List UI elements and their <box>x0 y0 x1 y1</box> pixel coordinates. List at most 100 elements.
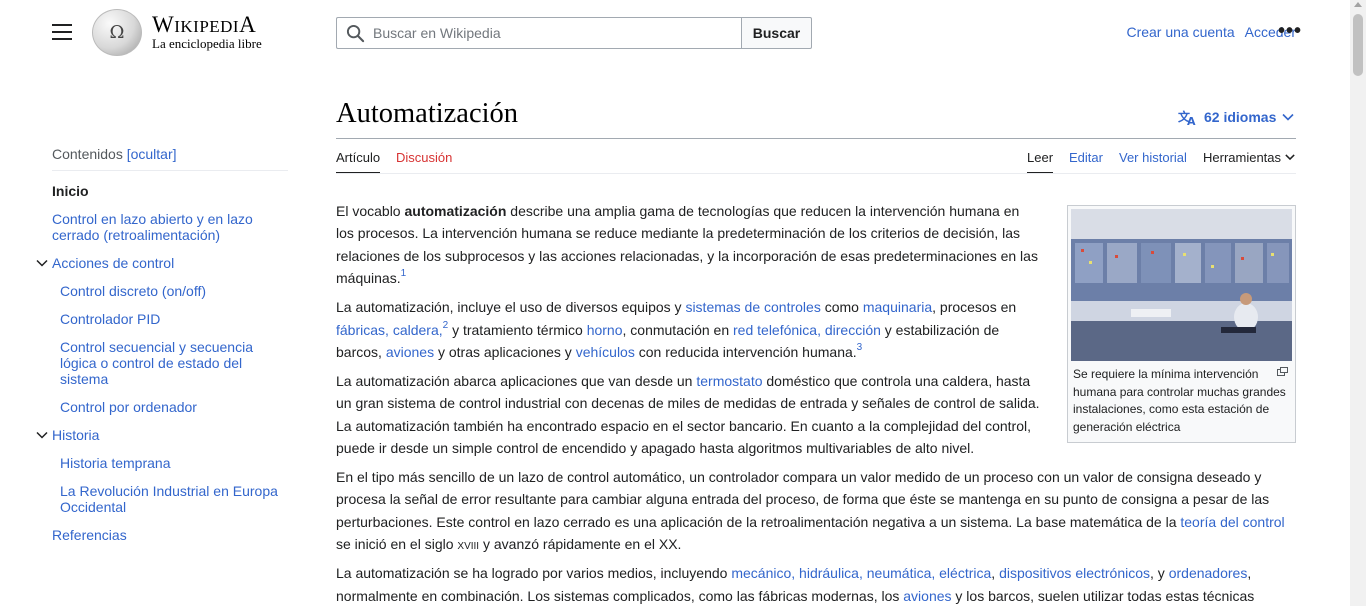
chevron-down-icon <box>1282 113 1294 121</box>
tab-history[interactable]: Ver historial <box>1119 150 1187 174</box>
control-room-illustration <box>1071 209 1292 361</box>
wikipedia-wordmark[interactable]: WIKIPEDIA La enciclopedia libre <box>152 12 262 52</box>
page-scrollbar[interactable] <box>1350 0 1366 606</box>
toc-item-controlador-pid[interactable]: Controlador PID <box>52 311 288 327</box>
text: y otras aplicaciones y <box>434 343 576 360</box>
text: se inició en el siglo <box>336 536 458 553</box>
chevron-down-icon[interactable] <box>36 257 48 269</box>
user-links: Crear una cuenta Acceder <box>1126 24 1296 40</box>
language-count: 62 idiomas <box>1204 109 1277 125</box>
wordmark-tagline: La enciclopedia libre <box>152 36 262 51</box>
text: , <box>991 565 1000 582</box>
ref-link[interactable]: 3 <box>857 342 863 353</box>
toc-item-control-secuencial[interactable]: Control secuencial y secuencia lógica o … <box>52 339 288 387</box>
link[interactable]: dispositivos electrónicos <box>999 565 1150 581</box>
link[interactable]: red telefónica <box>733 322 817 338</box>
tab-edit[interactable]: Editar <box>1069 150 1103 174</box>
caption-text: Se requiere la mínima intervención human… <box>1073 367 1286 434</box>
text: y avanzó rápidamente en el XX. <box>479 536 682 553</box>
bold-term: automatización <box>404 203 507 219</box>
svg-text:A: A <box>1187 115 1196 126</box>
text: , <box>385 321 393 338</box>
toc-item-control-por-ordenador[interactable]: Control por ordenador <box>52 399 288 415</box>
tab-article[interactable]: Artículo <box>336 150 381 174</box>
scroll-up-arrow-icon[interactable] <box>1354 2 1362 7</box>
toc-hide-toggle[interactable]: [ocultar] <box>127 146 177 162</box>
ref-link[interactable]: 1 <box>401 268 407 279</box>
text: , <box>791 565 800 582</box>
paragraph-4: En el tipo más sencillo de un lazo de co… <box>336 466 1296 556</box>
toc-item-control-discreto[interactable]: Control discreto (on/off) <box>52 283 288 299</box>
text: y tratamiento térmico <box>448 321 587 338</box>
text: , conmutación en <box>622 321 734 338</box>
toc-item-inicio[interactable]: Inicio <box>52 183 288 199</box>
chevron-down-icon <box>1284 154 1295 161</box>
tools-menu[interactable]: Herramientas <box>1203 150 1295 174</box>
article-body: Se requiere la mínima intervención human… <box>336 200 1296 606</box>
link[interactable]: maquinaria <box>863 299 932 315</box>
text: como <box>820 299 863 316</box>
text: , y <box>1150 565 1169 582</box>
more-options-icon[interactable]: ••• <box>1278 21 1302 41</box>
text: La automatización, incluye el uso de div… <box>336 299 686 316</box>
search-input[interactable] <box>373 18 733 48</box>
toc-item-referencias[interactable]: Referencias <box>52 527 288 543</box>
text: El vocablo <box>336 203 405 219</box>
create-account-link[interactable]: Crear una cuenta <box>1126 24 1234 40</box>
globe-glyph: Ω <box>109 22 125 43</box>
link[interactable]: neumática <box>867 565 932 581</box>
link[interactable]: ordenadores <box>1169 565 1248 581</box>
link[interactable]: vehículos <box>576 344 635 360</box>
tab-read[interactable]: Leer <box>1027 150 1054 174</box>
link[interactable]: teoría del control <box>1180 514 1284 530</box>
site-header: Ω WIKIPEDIA La enciclopedia libre Buscar… <box>0 0 1350 66</box>
toc-title: Contenidos <box>52 146 123 162</box>
search-form: Buscar <box>336 17 812 49</box>
tabs-divider <box>336 173 1296 174</box>
link[interactable]: fábricas <box>336 322 385 338</box>
search-button[interactable]: Buscar <box>741 17 812 49</box>
table-of-contents: Contenidos [ocultar] Inicio Control en l… <box>36 146 288 555</box>
thumbnail-figure: Se requiere la mínima intervención human… <box>1067 205 1296 443</box>
text: La automatización abarca aplicaciones qu… <box>336 372 697 389</box>
toc-section-acciones: Acciones de control <box>36 255 288 271</box>
link[interactable]: caldera <box>393 322 439 338</box>
text: con reducida intervención humana. <box>634 343 857 360</box>
link[interactable]: termostato <box>696 373 762 389</box>
enlarge-icon[interactable] <box>1277 367 1288 376</box>
century-numeral: xviii <box>457 536 480 553</box>
page-title: Automatización <box>336 98 519 129</box>
paragraph-5: La automatización se ha logrado por vari… <box>336 562 1296 606</box>
link[interactable]: aviones <box>903 588 951 604</box>
wikipedia-globe-logo[interactable]: Ω <box>92 9 142 56</box>
link[interactable]: mecánico <box>731 565 791 581</box>
link[interactable]: hidráulica <box>799 565 859 581</box>
link[interactable]: horno <box>587 322 623 338</box>
toc-item-acciones-de-control[interactable]: Acciones de control <box>52 255 174 271</box>
text: En el tipo más sencillo de un lazo de co… <box>336 468 1270 530</box>
page-tabs: Artículo Discusión Leer Editar Ver histo… <box>336 150 1296 174</box>
text: , <box>817 321 825 338</box>
toc-section-historia: Historia <box>36 427 288 443</box>
toc-item-historia[interactable]: Historia <box>52 427 99 443</box>
toc-item-revolucion-industrial[interactable]: La Revolución Industrial en Europa Occid… <box>52 483 288 515</box>
translate-icon: 文 A <box>1178 109 1196 126</box>
wordmark-title: WIKIPEDIA <box>152 12 257 37</box>
link[interactable]: dirección <box>825 322 881 338</box>
tab-talk[interactable]: Discusión <box>396 150 452 174</box>
tools-label: Herramientas <box>1203 150 1282 165</box>
link[interactable]: aviones <box>386 344 434 360</box>
text: , <box>858 565 867 582</box>
power-station-control-room-image[interactable] <box>1071 209 1292 361</box>
search-box <box>336 17 741 49</box>
link[interactable]: eléctrica <box>939 565 991 581</box>
scrollbar-thumb[interactable] <box>1353 14 1363 76</box>
title-divider <box>336 138 1296 139</box>
main-menu-button[interactable] <box>52 24 72 42</box>
chevron-down-icon[interactable] <box>36 429 48 441</box>
toc-item-historia-temprana[interactable]: Historia temprana <box>52 455 288 471</box>
toc-item-control-lazo[interactable]: Control en lazo abierto y en lazo cerrad… <box>52 211 288 243</box>
language-selector[interactable]: 文 A 62 idiomas <box>1178 108 1294 126</box>
link[interactable]: sistemas de controles <box>685 299 820 315</box>
text: , <box>931 565 940 582</box>
